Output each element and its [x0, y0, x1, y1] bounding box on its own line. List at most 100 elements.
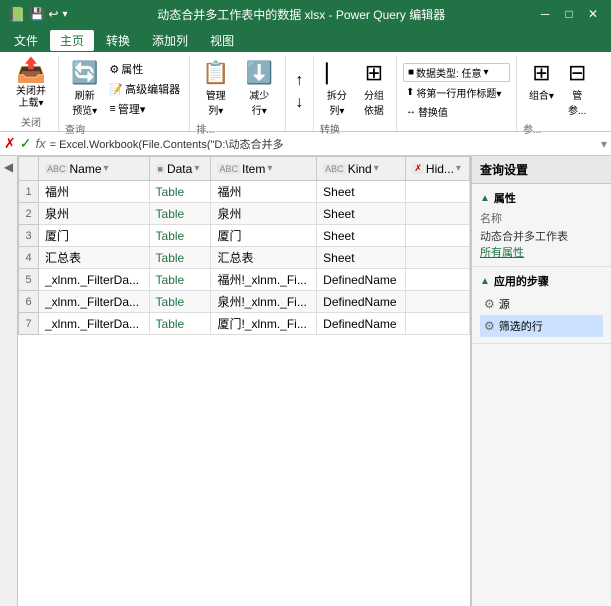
quick-access-undo[interactable]: ↩	[48, 7, 58, 21]
row-2-hidden	[406, 203, 470, 225]
ribbon-group-columns: 📋 管理列▾ ⬇️ 减少行▾ 排...	[190, 56, 286, 131]
check-icon[interactable]: ✓	[20, 135, 32, 152]
properties-section: ▲ 属性 名称 动态合并多工作表 所有属性	[472, 184, 611, 267]
app-icon: 📗	[8, 6, 25, 23]
all-props-link[interactable]: 所有属性	[480, 244, 603, 260]
steps-section-label: 应用的步骤	[494, 273, 549, 289]
table-row[interactable]: 4 汇总表 Table 汇总表 Sheet	[19, 247, 470, 269]
menu-home[interactable]: 主页	[50, 30, 94, 51]
table-row[interactable]: 7 _xlnm._FilterDa... Table 厦门!_xlnm._Fi.…	[19, 313, 470, 335]
step-filter-label: 筛选的行	[499, 318, 543, 334]
first-row-button[interactable]: ⬆ 将第一行用作标题▾	[403, 84, 510, 101]
col-header-item[interactable]: ABC Item ▾	[211, 157, 317, 181]
table-row[interactable]: 1 福州 Table 福州 Sheet	[19, 181, 470, 203]
row-1-kind: Sheet	[317, 181, 406, 203]
manage-columns-button[interactable]: 📋 管理列▾	[196, 58, 235, 119]
menu-transform[interactable]: 转换	[96, 30, 140, 51]
first-row-label: 将第一行用作标题▾	[416, 85, 501, 100]
row-6-item: 泉州!_xlnm._Fi...	[211, 291, 317, 313]
col-header-name[interactable]: ABC Name ▾	[39, 157, 150, 181]
reduce-rows-button[interactable]: ⬇️ 减少行▾	[240, 58, 279, 119]
menu-view[interactable]: 视图	[200, 30, 244, 51]
refresh-button[interactable]: 🔄 刷新预览▾	[65, 58, 104, 119]
manage-icon: ≡	[109, 103, 115, 115]
ribbon-group-sort: ↑ ↓	[286, 56, 314, 131]
name-col-label: Name	[70, 162, 102, 176]
advanced-editor-icon: 📝	[109, 83, 123, 96]
row-1-data: Table	[149, 181, 211, 203]
data-col-type-badge: ■	[156, 164, 165, 174]
table-row[interactable]: 3 厦门 Table 厦门 Sheet	[19, 225, 470, 247]
step-source[interactable]: ⚙ 源	[480, 293, 603, 315]
manage-params-icon: ⊟	[568, 60, 586, 86]
step-filter-icon: ⚙	[484, 319, 495, 333]
table-row[interactable]: 5 _xlnm._FilterDa... Table 福州!_xlnm._Fi.…	[19, 269, 470, 291]
data-type-dropdown[interactable]: ■ 数据类型: 任意 ▾	[403, 63, 510, 82]
row-3-kind: Sheet	[317, 225, 406, 247]
kind-col-dropdown[interactable]: ▾	[374, 163, 379, 174]
properties-section-label: 属性	[494, 190, 516, 206]
item-col-dropdown[interactable]: ▾	[267, 163, 272, 174]
side-nav-arrow[interactable]: ◀	[4, 160, 13, 174]
cross-icon[interactable]: ✗	[4, 135, 16, 152]
sort-asc-icon: ↑	[295, 72, 303, 90]
menu-add-col[interactable]: 添加列	[142, 30, 198, 51]
name-label: 名称	[480, 210, 603, 226]
title-bar: 📗 💾 ↩ ▾ 动态合并多工作表中的数据 xlsx - Power Query …	[0, 0, 611, 28]
quick-access-save[interactable]: 💾	[29, 7, 44, 21]
row-6-name: _xlnm._FilterDa...	[39, 291, 150, 313]
table-row[interactable]: 2 泉州 Table 泉州 Sheet	[19, 203, 470, 225]
data-col-dropdown[interactable]: ▾	[194, 163, 199, 174]
group-by-icon: ⊞	[365, 60, 383, 86]
row-7-name: _xlnm._FilterDa...	[39, 313, 150, 335]
row-5-hidden	[406, 269, 470, 291]
step-source-icon: ⚙	[484, 297, 495, 311]
col-header-kind[interactable]: ABC Kind ▾	[317, 157, 406, 181]
sort-desc-button[interactable]: ↓	[292, 93, 306, 113]
formula-input[interactable]	[50, 138, 597, 150]
side-nav: ◀	[0, 156, 18, 606]
name-col-dropdown[interactable]: ▾	[104, 163, 109, 174]
row-4-hidden	[406, 247, 470, 269]
replace-values-button[interactable]: ↔ 替换值	[403, 103, 510, 120]
row-5-item: 福州!_xlnm._Fi...	[211, 269, 317, 291]
properties-section-header[interactable]: ▲ 属性	[480, 190, 603, 206]
name-col-type-badge: ABC	[45, 164, 68, 174]
refresh-icon: 🔄	[71, 60, 98, 86]
close-load-label: 关闭并上载▾	[16, 86, 46, 110]
hidden-col-dropdown[interactable]: ▾	[456, 163, 461, 174]
split-col-label: 拆分列▾	[327, 87, 347, 117]
maximize-button[interactable]: □	[559, 4, 579, 24]
col-header-data[interactable]: ■ Data ▾	[149, 157, 211, 181]
col-header-hidden[interactable]: ✗ Hid... ▾	[406, 157, 470, 181]
split-col-button[interactable]: ⎸ 拆分列▾	[320, 58, 354, 119]
group-by-button[interactable]: ⊞ 分组依据	[358, 58, 390, 119]
kind-col-label: Kind	[348, 162, 372, 176]
row-4-item: 汇总表	[211, 247, 317, 269]
close-load-button[interactable]: 📤 关闭并上载▾	[10, 56, 52, 112]
menu-file[interactable]: 文件	[4, 30, 48, 51]
formula-dropdown-icon[interactable]: ▾	[601, 137, 607, 151]
row-5-name: _xlnm._FilterDa...	[39, 269, 150, 291]
close-button[interactable]: ✕	[583, 4, 603, 24]
sort-asc-button[interactable]: ↑	[292, 71, 306, 91]
minimize-button[interactable]: ─	[535, 4, 555, 24]
table-row[interactable]: 6 _xlnm._FilterDa... Table 泉州!_xlnm._Fi.…	[19, 291, 470, 313]
manage-button[interactable]: ≡ 管理▾	[106, 100, 183, 118]
steps-section-header[interactable]: ▲ 应用的步骤	[480, 273, 603, 289]
table-body: 1 福州 Table 福州 Sheet 2 泉州 Table 泉州 Sheet …	[19, 181, 470, 335]
row-1-name: 福州	[39, 181, 150, 203]
combine-button[interactable]: ⊞ 组合▾	[523, 58, 560, 104]
query-name-value: 动态合并多工作表	[480, 228, 603, 244]
properties-button[interactable]: ⚙ 属性	[106, 60, 183, 78]
close-group-label: 关闭	[21, 112, 41, 131]
refresh-label: 刷新预览▾	[72, 87, 97, 117]
combine-label: 组合▾	[529, 87, 554, 102]
step-filter-rows[interactable]: ⚙ 筛选的行	[480, 315, 603, 337]
ribbon: 📤 关闭并上载▾ 关闭 🔄 刷新预览▾ ⚙ 属性 📝	[0, 52, 611, 132]
advanced-editor-button[interactable]: 📝 高级编辑器	[106, 80, 183, 98]
manage-params-button[interactable]: ⊟ 管参...	[562, 58, 592, 119]
row-7-kind: DefinedName	[317, 313, 406, 335]
row-5-data: Table	[149, 269, 211, 291]
row-2-name: 泉州	[39, 203, 150, 225]
